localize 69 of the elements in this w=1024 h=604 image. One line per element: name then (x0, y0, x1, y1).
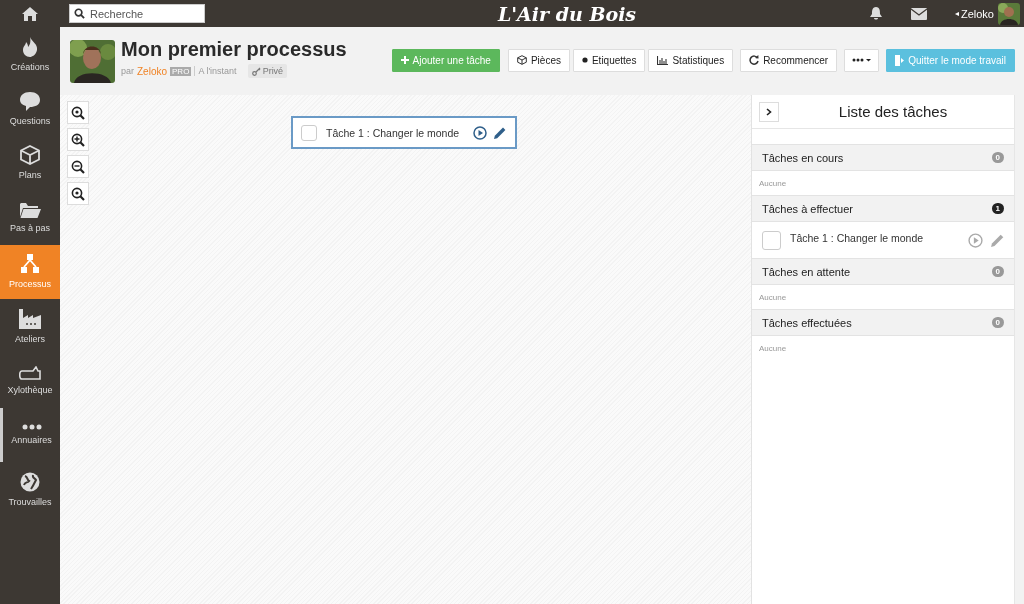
plus-icon (400, 56, 409, 64)
task-node[interactable]: Tâche 1 : Changer le monde (291, 116, 517, 149)
key-icon (251, 66, 261, 76)
bell-icon[interactable] (868, 6, 883, 21)
zoom-in-button[interactable] (67, 128, 89, 151)
panel-title: Liste des tâches (837, 103, 949, 120)
action-button[interactable]: Statistiques (648, 48, 734, 72)
sidebar-item[interactable]: Ateliers (0, 298, 60, 354)
user-menu[interactable]: ◂ Zeloko (954, 2, 1020, 25)
zoom-reset-button[interactable] (67, 182, 89, 205)
count-badge: 0 (991, 317, 1004, 328)
flowchart-icon (20, 254, 40, 275)
sidebar-item[interactable]: Pas à pas (0, 190, 60, 245)
cube-icon (20, 145, 40, 166)
section-title: Tâches en cours (762, 151, 844, 164)
task-label: Tâche 1 : Changer le monde (326, 126, 461, 139)
exit-icon (895, 54, 905, 66)
timestamp: A l'instant (194, 66, 237, 76)
section-title: Tâches à effectuer (762, 202, 853, 215)
section-title: Tâches effectuées (762, 316, 852, 329)
cube-icon (516, 55, 527, 65)
privacy-label: Privé (262, 66, 284, 76)
speech-bubble-icon (20, 91, 40, 111)
count-badge: 0 (991, 266, 1004, 277)
empty-label: Aucune (759, 343, 787, 353)
sidebar-item[interactable]: Xylothèque (0, 353, 60, 408)
count-badge: 0 (991, 152, 1004, 163)
pro-badge: PRO (170, 66, 192, 76)
sidebar-item[interactable]: Trouvailles (0, 462, 60, 517)
action-button[interactable]: Pièces (507, 48, 570, 72)
site-logo[interactable]: L'Air du Bois (497, 2, 637, 25)
empty-label: Aucune (759, 292, 787, 302)
more-icon (852, 58, 872, 62)
sidebar-item[interactable]: Créations (0, 27, 60, 82)
flame-icon (21, 36, 39, 57)
action-button[interactable]: Recommencer (740, 48, 838, 72)
empty-label: Aucune (759, 178, 787, 188)
log-icon (19, 366, 41, 381)
section-header[interactable]: Tâches à effectuer 1 (752, 195, 1014, 222)
zoom-out-button[interactable] (67, 155, 89, 178)
play-icon[interactable] (473, 125, 487, 140)
sidebar-item[interactable]: Plans (0, 135, 60, 191)
folder-icon (19, 201, 41, 218)
action-button[interactable]: Etiquettes (572, 48, 646, 72)
section-title: Tâches en attente (762, 265, 851, 278)
home-icon[interactable] (22, 6, 38, 21)
checkbox[interactable] (301, 124, 317, 141)
page-title: Mon premier processus (121, 38, 347, 61)
pencil-icon[interactable] (493, 125, 507, 140)
bar-chart-icon (657, 55, 669, 65)
refresh-icon (749, 55, 760, 65)
byline-label: par (121, 66, 134, 76)
more-icon (21, 424, 42, 431)
zoom-fit-button[interactable] (67, 101, 89, 124)
search-field[interactable]: Recherche (69, 4, 205, 23)
dot-icon (581, 57, 588, 63)
section-header[interactable]: Tâches effectuées 0 (752, 309, 1014, 336)
search-icon (74, 8, 85, 19)
section-header[interactable]: Tâches en cours 0 (752, 144, 1014, 171)
count-badge: 1 (991, 203, 1004, 214)
envelope-icon[interactable] (910, 7, 927, 20)
collapse-button[interactable] (759, 101, 779, 122)
factory-icon (19, 308, 41, 329)
task-label[interactable]: Tâche 1 : Changer le monde (790, 231, 961, 244)
checkbox[interactable] (762, 230, 781, 250)
chevron-icon (766, 107, 772, 116)
more-button[interactable] (844, 48, 880, 72)
sidebar-item[interactable]: Questions (0, 81, 60, 136)
section-header[interactable]: Tâches en attente 0 (752, 258, 1014, 285)
